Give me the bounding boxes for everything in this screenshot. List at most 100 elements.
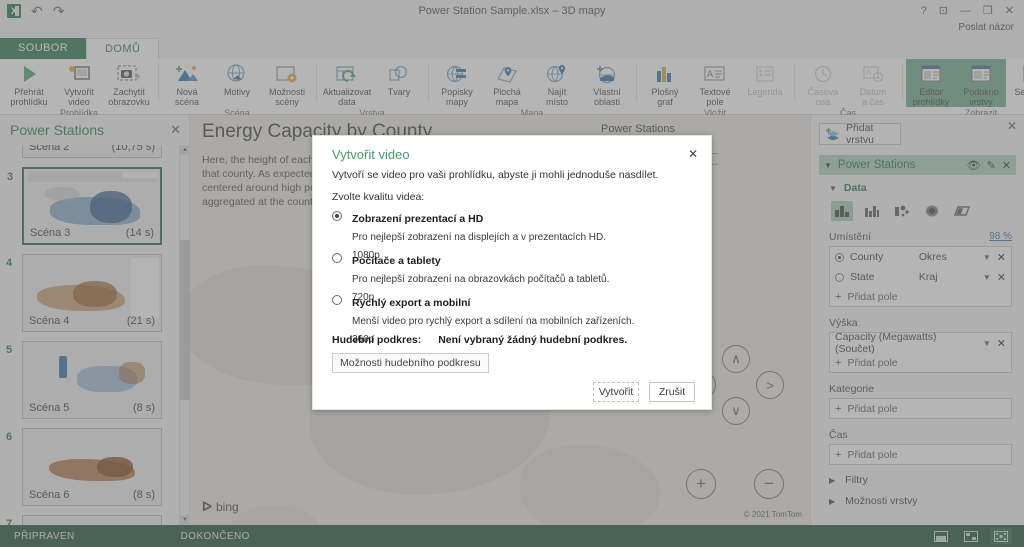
help-icon[interactable]: ? <box>921 6 927 17</box>
send-feedback-link[interactable]: Poslat názor <box>958 22 1014 33</box>
tab-soubor[interactable]: SOUBOR <box>0 38 86 59</box>
plus-icon: + <box>835 357 841 369</box>
option-description: Menší video pro rychlý export a sdílení … <box>352 316 634 327</box>
chevron-down-icon[interactable]: ▼ <box>983 339 991 348</box>
close-icon[interactable]: ✕ <box>1002 159 1011 172</box>
height-row[interactable]: Capacity (Megawatts) (Součet) ▼ ✕ <box>830 333 1011 353</box>
scroll-down-icon[interactable]: ▼ <box>180 515 190 525</box>
location-match-percent[interactable]: 98 % <box>989 231 1012 243</box>
scroll-up-icon[interactable]: ▲ <box>180 145 190 155</box>
radio-icon[interactable] <box>332 295 342 305</box>
chevron-down-icon[interactable]: ▼ <box>983 273 991 282</box>
refresh-data-button[interactable]: Aktualizovatdata <box>320 59 374 107</box>
filters-expander[interactable]: ▶ Filtry <box>829 474 1024 486</box>
heat-map-icon[interactable] <box>921 201 943 221</box>
soundtrack-options-button[interactable]: Možnosti hudebního podkresu <box>332 353 489 373</box>
layer-header[interactable]: ▼ Power Stations 👁 ✎ ✕ <box>819 155 1016 175</box>
data-section-header[interactable]: ▼ Data <box>829 182 1016 194</box>
scene-options-button[interactable]: Možnostiscény <box>262 59 312 107</box>
scene-thumbnail[interactable]: 3 Scéna 3 (14 s) <box>22 167 162 245</box>
cancel-button[interactable]: Zrušit <box>649 382 695 402</box>
bubble-icon[interactable] <box>891 201 913 221</box>
text-box-icon: A <box>703 62 727 86</box>
time-add-field[interactable]: + Přidat pole <box>830 445 1011 464</box>
radio-icon[interactable] <box>332 253 342 263</box>
restore-icon[interactable]: ❐ <box>983 6 993 17</box>
ribbon-options-icon[interactable]: ⊡ <box>939 6 948 17</box>
minimize-icon[interactable]: — <box>960 6 971 17</box>
pan-down-icon[interactable]: ∨ <box>722 397 750 425</box>
remove-field-icon[interactable]: ✕ <box>997 251 1006 264</box>
capture-screen-button[interactable]: + Zachytitobrazovku <box>104 59 154 107</box>
chevron-down-icon[interactable]: ▼ <box>824 161 832 170</box>
page-layout-view-icon[interactable] <box>960 528 982 544</box>
chevron-right-icon[interactable]: ▶ <box>829 497 835 506</box>
themes-label: Motivy <box>212 87 262 97</box>
radio-icon[interactable] <box>835 253 844 262</box>
scrollbar-thumb[interactable] <box>180 240 190 400</box>
zoom-out-icon[interactable]: − <box>754 469 784 499</box>
scene-thumbnail[interactable]: 7 <box>22 515 162 525</box>
new-scene-button[interactable]: Nováscéna <box>162 59 212 107</box>
find-location-button[interactable]: Najítmísto <box>532 59 582 107</box>
pan-up-icon[interactable]: ∧ <box>722 345 750 373</box>
chart-type-selector[interactable] <box>831 201 1024 221</box>
stacked-column-icon[interactable] <box>831 201 853 221</box>
layer-options-expander[interactable]: ▶ Možnosti vrstvy <box>829 495 1024 507</box>
close-icon[interactable]: ✕ <box>1005 6 1014 17</box>
remove-field-icon[interactable]: ✕ <box>997 271 1006 284</box>
eye-icon[interactable]: 👁 <box>967 159 981 172</box>
remove-field-icon[interactable]: ✕ <box>997 337 1006 350</box>
scene-thumbnail[interactable]: 5 Scéna 5 (8 s) <box>22 341 162 419</box>
map-labels-button[interactable]: Popiskymapy <box>432 59 482 107</box>
ribbon-group-zobrazit: Editorprohlídky Podoknovrstvy <box>902 59 1024 115</box>
themes-button[interactable]: Motivy <box>212 59 262 97</box>
chevron-down-icon[interactable]: ▼ <box>829 184 837 193</box>
tab-domu[interactable]: DOMŮ <box>86 38 159 59</box>
chevron-right-icon[interactable]: ▶ <box>829 476 835 485</box>
scene-thumbnail[interactable]: 6 Scéna 6 (8 s) <box>22 428 162 506</box>
shapes-button[interactable]: Tvary <box>374 59 424 97</box>
layer-pane-button[interactable]: Podoknovrstvy <box>956 59 1006 107</box>
close-icon[interactable]: ✕ <box>170 122 181 138</box>
custom-regions-button[interactable]: Vlastníoblasti <box>582 59 632 107</box>
clustered-column-icon[interactable] <box>861 201 883 221</box>
location-row-county[interactable]: County Okres ▼ ✕ <box>830 247 1011 267</box>
scene-thumbnail[interactable]: Scéna 2 (10,75 s) <box>22 145 162 158</box>
flat-map-button[interactable]: Plochámapa <box>482 59 532 107</box>
location-add-field[interactable]: + Přidat pole <box>830 287 1011 306</box>
timeline-button[interactable]: Časováosa <box>798 59 848 107</box>
create-button[interactable]: Vytvořit <box>593 382 639 402</box>
add-layer-button[interactable]: Přidat vrstvu <box>819 123 901 145</box>
close-icon[interactable]: ✕ <box>688 147 698 161</box>
height-add-field[interactable]: + Přidat pole <box>830 353 1011 372</box>
field-list-button[interactable]: Seznampolí <box>1006 59 1024 107</box>
create-video-button[interactable]: Vytvořitvideo <box>54 59 104 107</box>
legend-button[interactable]: Legenda <box>740 59 790 97</box>
play-tour-button[interactable]: Přehrátprohlídku <box>4 59 54 107</box>
area-chart-button[interactable]: Plošnýgraf <box>640 59 690 107</box>
region-icon[interactable] <box>951 201 973 221</box>
category-add-field[interactable]: + Přidat pole <box>830 399 1011 418</box>
full-screen-view-icon[interactable] <box>990 528 1012 544</box>
tour-editor-button[interactable]: Editorprohlídky <box>906 59 956 107</box>
scene-thumbnail[interactable]: 4 Scéna 4 (21 s) <box>22 254 162 332</box>
radio-icon[interactable] <box>332 211 342 221</box>
ribbon-group-mapa: Popiskymapy Plochámapa <box>428 59 636 115</box>
field-name: Capacity (Megawatts) (Součet) <box>835 331 977 355</box>
find-location-label: Najítmísto <box>532 87 582 107</box>
map-zoom-controls[interactable]: + − <box>686 469 786 501</box>
close-icon[interactable]: ✕ <box>1007 119 1017 133</box>
normal-view-icon[interactable] <box>930 528 952 544</box>
scene-number: 6 <box>6 431 12 443</box>
chevron-down-icon[interactable]: ▼ <box>983 253 991 262</box>
text-box-button[interactable]: A Textovépole <box>690 59 740 107</box>
field-mapping: Kraj <box>919 271 977 283</box>
location-row-state[interactable]: State Kraj ▼ ✕ <box>830 267 1011 287</box>
pan-right-icon[interactable]: > <box>756 371 784 399</box>
pencil-icon[interactable]: ✎ <box>987 159 996 172</box>
zoom-in-icon[interactable]: + <box>686 469 716 499</box>
radio-icon[interactable] <box>835 273 844 282</box>
date-time-button[interactable]: A Datuma čas <box>848 59 898 107</box>
scenes-scrollbar[interactable]: ▲ ▼ <box>179 145 189 525</box>
